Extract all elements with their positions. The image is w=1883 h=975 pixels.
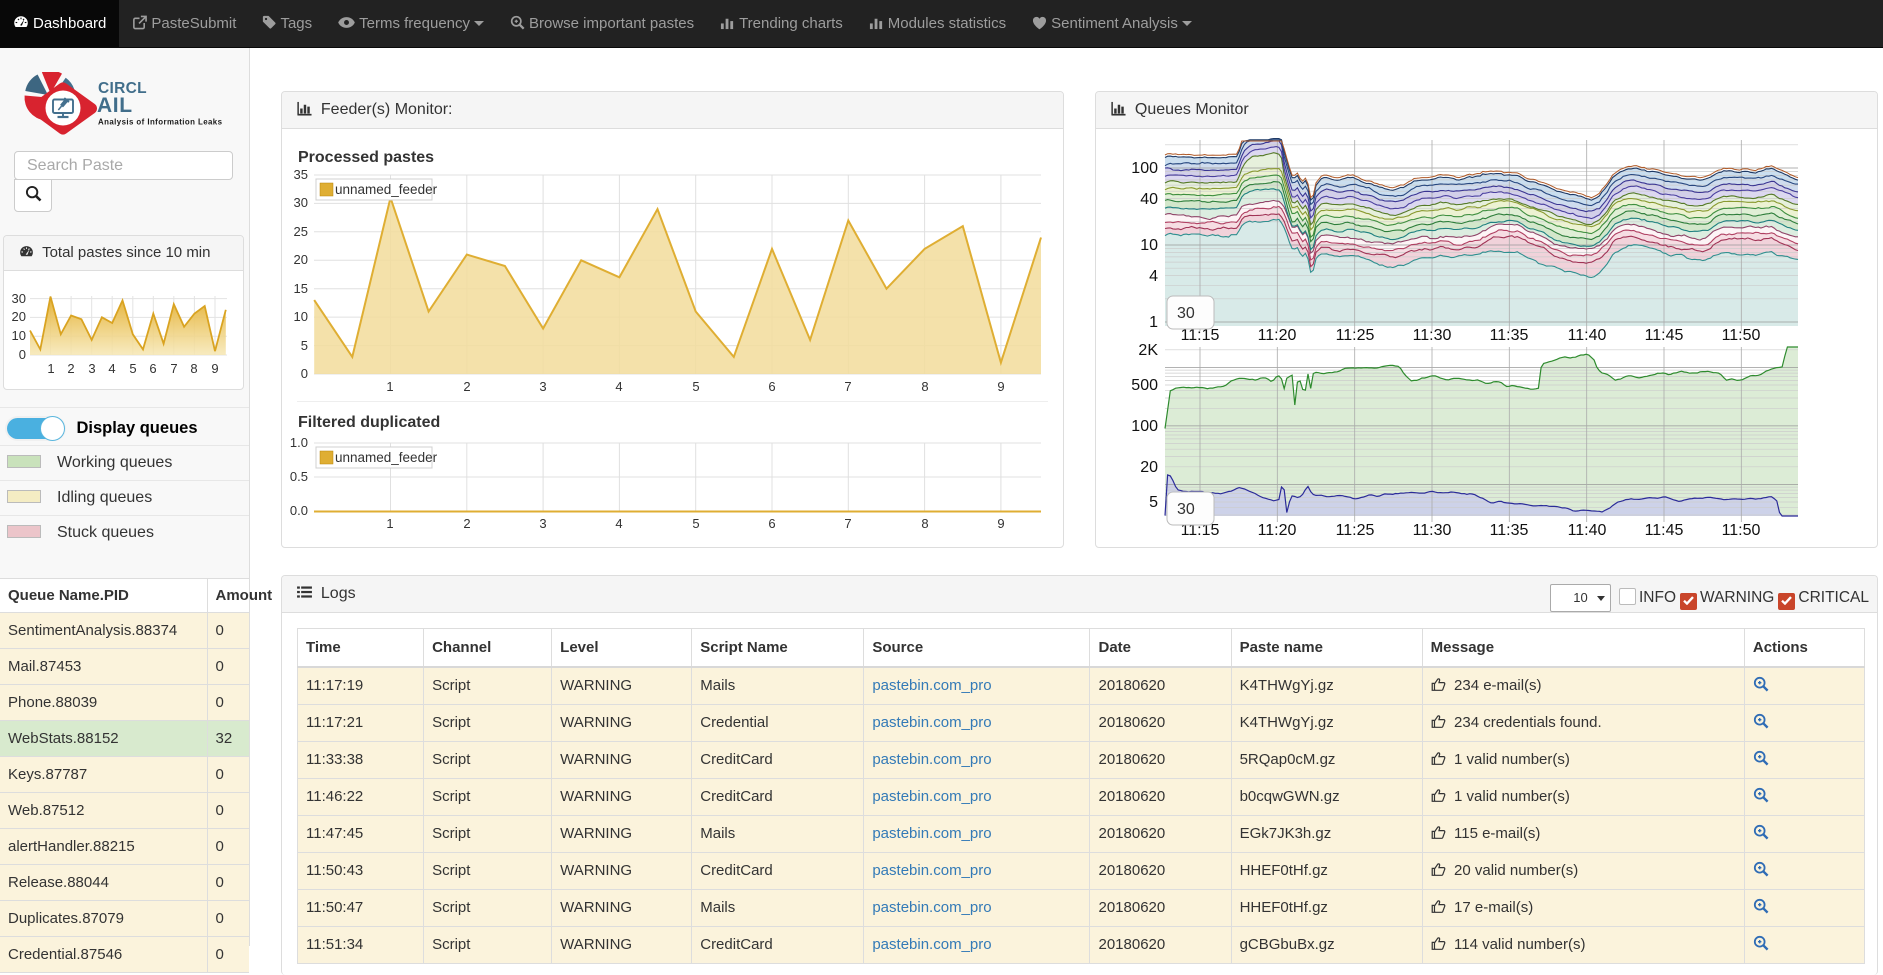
- svg-text:30: 30: [294, 195, 308, 210]
- svg-text:100: 100: [1131, 160, 1158, 177]
- svg-text:20: 20: [1140, 459, 1158, 476]
- svg-text:30: 30: [1177, 501, 1195, 518]
- svg-text:4: 4: [108, 361, 115, 376]
- svg-text:7: 7: [170, 361, 177, 376]
- svg-text:0: 0: [301, 366, 308, 381]
- svg-text:6: 6: [768, 379, 775, 394]
- svg-text:11:15: 11:15: [1181, 522, 1220, 539]
- svg-text:3: 3: [539, 516, 546, 531]
- svg-text:15: 15: [294, 281, 308, 296]
- svg-text:8: 8: [921, 516, 928, 531]
- svg-text:7: 7: [844, 516, 851, 531]
- svg-text:1: 1: [47, 361, 54, 376]
- svg-text:2: 2: [463, 516, 470, 531]
- svg-text:11:35: 11:35: [1490, 327, 1529, 344]
- svg-text:1: 1: [386, 516, 393, 531]
- svg-text:1.0: 1.0: [290, 435, 308, 450]
- svg-text:10: 10: [294, 309, 308, 324]
- svg-text:2K: 2K: [1138, 342, 1158, 359]
- svg-text:11:45: 11:45: [1645, 327, 1684, 344]
- svg-text:11:25: 11:25: [1336, 327, 1375, 344]
- svg-text:11:20: 11:20: [1258, 522, 1297, 539]
- svg-text:9: 9: [997, 516, 1004, 531]
- svg-text:5: 5: [129, 361, 136, 376]
- svg-text:40: 40: [1140, 191, 1158, 208]
- svg-text:2: 2: [67, 361, 74, 376]
- svg-text:5: 5: [301, 338, 308, 353]
- svg-text:8: 8: [921, 379, 928, 394]
- svg-text:6: 6: [149, 361, 156, 376]
- svg-text:3: 3: [88, 361, 95, 376]
- svg-text:7: 7: [844, 379, 851, 394]
- svg-text:6: 6: [768, 516, 775, 531]
- svg-text:11:35: 11:35: [1490, 522, 1529, 539]
- svg-text:4: 4: [615, 516, 622, 531]
- svg-text:9: 9: [211, 361, 218, 376]
- svg-text:20: 20: [12, 309, 26, 324]
- svg-text:2: 2: [463, 379, 470, 394]
- svg-text:Analysis of Information Leaks: Analysis of Information Leaks: [98, 118, 223, 127]
- svg-text:4: 4: [1149, 268, 1158, 285]
- svg-text:11:20: 11:20: [1258, 327, 1297, 344]
- svg-text:1: 1: [1149, 314, 1158, 331]
- svg-text:AIL: AIL: [97, 94, 133, 117]
- svg-text:0.5: 0.5: [290, 469, 308, 484]
- svg-text:1: 1: [386, 379, 393, 394]
- svg-text:20: 20: [294, 252, 308, 267]
- svg-text:35: 35: [294, 167, 308, 182]
- svg-text:11:15: 11:15: [1181, 327, 1220, 344]
- svg-text:11:25: 11:25: [1336, 522, 1375, 539]
- svg-text:11:30: 11:30: [1413, 327, 1452, 344]
- svg-text:11:30: 11:30: [1413, 522, 1452, 539]
- svg-text:100: 100: [1131, 418, 1158, 435]
- svg-text:30: 30: [12, 291, 26, 306]
- svg-text:10: 10: [12, 328, 26, 343]
- svg-text:11:50: 11:50: [1722, 522, 1761, 539]
- svg-text:9: 9: [997, 379, 1004, 394]
- svg-text:11:40: 11:40: [1568, 327, 1607, 344]
- svg-text:unnamed_feeder: unnamed_feeder: [335, 450, 438, 465]
- svg-text:11:40: 11:40: [1568, 522, 1607, 539]
- svg-text:11:45: 11:45: [1645, 522, 1684, 539]
- svg-text:30: 30: [1177, 305, 1195, 322]
- svg-text:500: 500: [1131, 377, 1158, 394]
- svg-text:5: 5: [692, 516, 699, 531]
- svg-text:5: 5: [692, 379, 699, 394]
- svg-text:0.0: 0.0: [290, 503, 308, 518]
- svg-text:8: 8: [190, 361, 197, 376]
- svg-text:10: 10: [1140, 237, 1158, 254]
- svg-text:3: 3: [539, 379, 546, 394]
- svg-text:5: 5: [1149, 494, 1158, 511]
- svg-text:4: 4: [615, 379, 622, 394]
- svg-text:0: 0: [19, 347, 26, 362]
- svg-text:25: 25: [294, 224, 308, 239]
- svg-text:11:50: 11:50: [1722, 327, 1761, 344]
- svg-text:unnamed_feeder: unnamed_feeder: [335, 182, 438, 197]
